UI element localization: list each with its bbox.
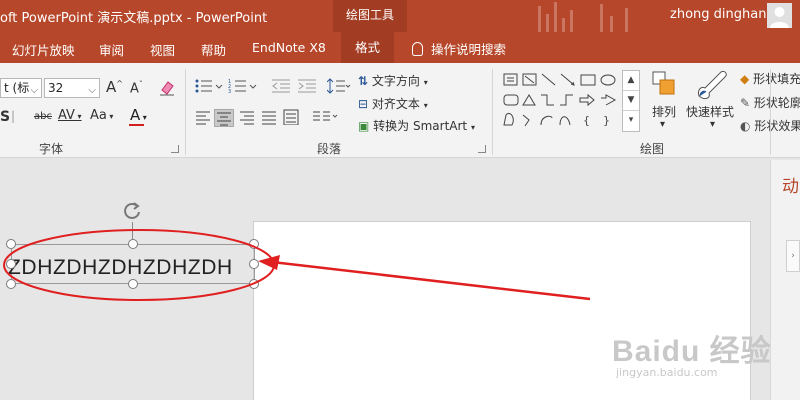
pane-expand-tab[interactable]: › <box>786 240 800 272</box>
chevron-right-icon: › <box>791 251 795 261</box>
baidu-watermark: Baidu 经验 jingyan.baidu.com <box>612 326 772 379</box>
highlight-ellipse <box>3 229 275 301</box>
annotation-arrowhead <box>258 255 280 270</box>
animation-pane-title: 动 <box>782 177 799 197</box>
annotation-arrow <box>271 260 591 301</box>
watermark-url: jingyan.baidu.com <box>616 366 718 379</box>
watermark-main: Baidu 经验 <box>612 335 772 368</box>
